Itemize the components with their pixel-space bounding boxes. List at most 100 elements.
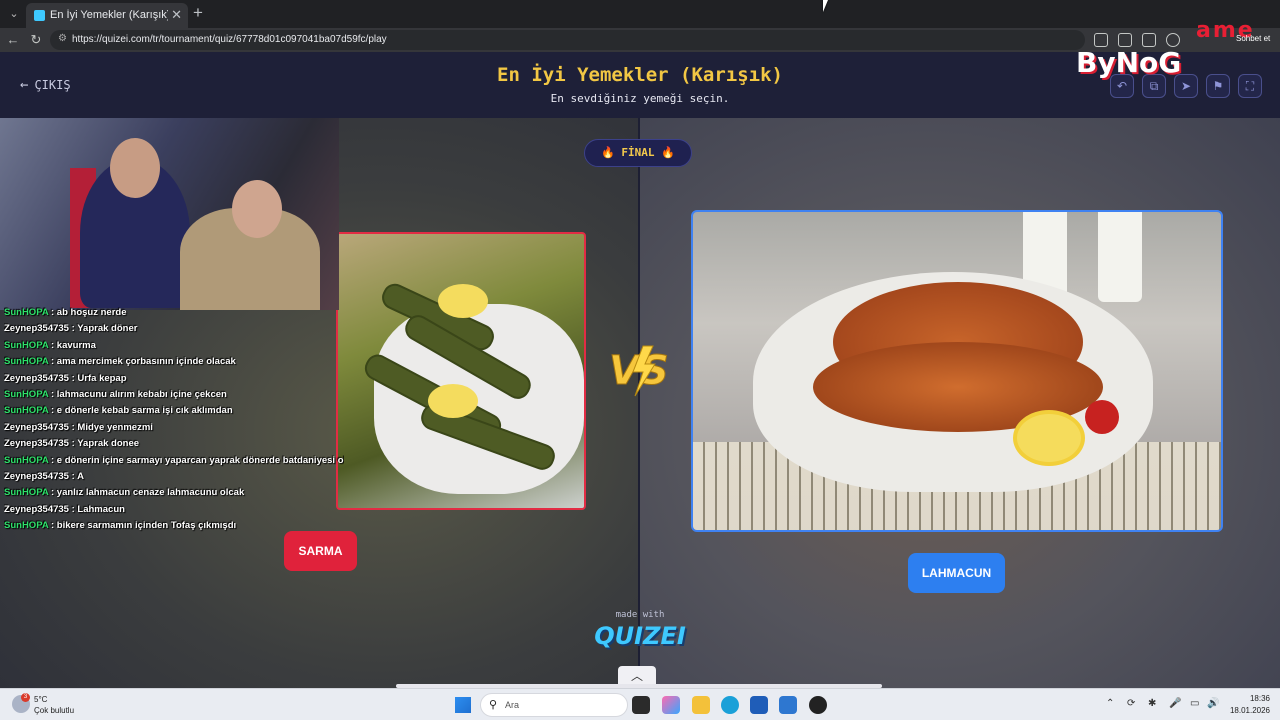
watermark-logo: ByNoG bbox=[1076, 46, 1182, 79]
made-with-label: made with bbox=[615, 610, 665, 620]
chat-username: SunHOPA bbox=[4, 388, 49, 400]
chat-text: Urfa kepap bbox=[77, 372, 127, 384]
center-divider bbox=[638, 118, 640, 688]
chat-username: Zeynep354735 bbox=[4, 421, 69, 433]
browser-tab[interactable]: En İyi Yemekler (Karışık) - Tier List ✕ bbox=[26, 3, 188, 28]
close-tab-icon[interactable]: ✕ bbox=[171, 7, 182, 23]
file-explorer-icon[interactable] bbox=[692, 696, 710, 714]
chat-message: SunHOPA : yanlız lahmacun cenaze lahmacu… bbox=[4, 487, 344, 503]
chat-text: Midye yenmezmi bbox=[77, 421, 153, 433]
sarma-image-card[interactable] bbox=[336, 232, 586, 510]
lemon-slice bbox=[438, 284, 488, 318]
clock-date[interactable]: 18.01.2026 bbox=[1220, 706, 1270, 715]
start-windows-icon[interactable] bbox=[455, 697, 471, 713]
chat-separator: : bbox=[48, 487, 57, 499]
chat-message: SunHOPA : ama mercimek çorbasının içinde… bbox=[4, 356, 344, 372]
chat-username: Zeynep354735 bbox=[4, 503, 69, 515]
chat-message: Zeynep354735 : Yaprak donee bbox=[4, 438, 344, 454]
tray-chevron-icon[interactable]: ⌃ bbox=[1106, 698, 1114, 709]
chat-separator: : bbox=[48, 356, 57, 368]
weather-description[interactable]: Çok bulutlu bbox=[34, 706, 74, 715]
edge-browser-icon[interactable] bbox=[721, 696, 739, 714]
search-placeholder: Ara bbox=[505, 700, 520, 710]
chat-separator: : bbox=[48, 454, 57, 466]
chat-separator: : bbox=[48, 388, 57, 400]
fullscreen-icon[interactable]: ⛶ bbox=[1238, 74, 1262, 98]
tab-title: En İyi Yemekler (Karışık) - Tier List bbox=[50, 9, 168, 21]
tray-bluetooth-icon[interactable]: ✱ bbox=[1148, 698, 1156, 709]
chat-username: SunHOPA bbox=[4, 405, 49, 417]
stream-chat: SunHOPA : ab hoşuz nerde Zeynep354735 : Y… bbox=[4, 307, 344, 536]
tray-sync-icon[interactable]: ⟳ bbox=[1127, 698, 1135, 709]
chat-text: Lahmacun bbox=[77, 503, 125, 515]
chat-username: SunHOPA bbox=[4, 307, 49, 318]
taskbar-search[interactable]: ⚲ Ara bbox=[480, 693, 628, 717]
clock-time[interactable]: 18:36 bbox=[1240, 694, 1270, 703]
chat-message: Zeynep354735 : Midye yenmezmi bbox=[4, 422, 344, 438]
chat-separator: : bbox=[68, 470, 78, 482]
back-arrow-icon[interactable]: ← bbox=[4, 31, 22, 49]
chat-text: Yaprak döner bbox=[77, 323, 138, 335]
quizei-logo[interactable]: QUIZEI bbox=[590, 622, 690, 650]
chat-separator: : bbox=[68, 323, 78, 335]
chat-message: SunHOPA : bikere sarmamın içinden Tofaş … bbox=[4, 520, 344, 536]
streamer-left-head bbox=[110, 138, 160, 198]
lemon-slice bbox=[1013, 410, 1085, 466]
chat-message: Zeynep354735 : Lahmacun bbox=[4, 504, 344, 520]
url-text[interactable]: https://quizei.com/tr/tournament/quiz/67… bbox=[72, 34, 387, 45]
chat-message: SunHOPA : kavurma bbox=[4, 340, 344, 356]
chat-username: Zeynep354735 bbox=[4, 372, 69, 384]
chat-text: Yaprak donee bbox=[77, 438, 140, 450]
choose-sarma-button[interactable]: SARMA bbox=[284, 531, 357, 571]
search-icon: ⚲ bbox=[489, 699, 498, 711]
windows-taskbar: 3 5°C Çok bulutlu ⚲ Ara ⌃ ⟳ ✱ 🎤 ▭ 🔊 18:3… bbox=[0, 688, 1280, 720]
weather-temperature[interactable]: 5°C bbox=[34, 695, 47, 704]
bynogame-watermark: ByNoG ame bbox=[1046, 18, 1253, 90]
copilot-icon[interactable] bbox=[662, 696, 680, 714]
tab-list-chevron-icon[interactable]: ⌄ bbox=[6, 6, 22, 22]
task-view-icon[interactable] bbox=[632, 696, 650, 714]
chat-username: Zeynep354735 bbox=[4, 470, 69, 482]
chat-message: SunHOPA : ab hoşuz nerde bbox=[4, 307, 344, 323]
chat-separator: : bbox=[68, 438, 78, 450]
chat-message: Zeynep354735 : A bbox=[4, 471, 344, 487]
outlook-icon[interactable] bbox=[779, 696, 797, 714]
chat-text: yanlız lahmacun cenaze lahmacunu olcak bbox=[56, 487, 245, 499]
tray-display-icon[interactable]: ▭ bbox=[1190, 698, 1199, 709]
chat-username: SunHOPA bbox=[4, 520, 49, 532]
vs-icon: VS bbox=[609, 345, 669, 397]
chat-username: SunHOPA bbox=[4, 454, 49, 466]
reload-icon[interactable]: ↻ bbox=[27, 31, 45, 49]
mouse-cursor-icon bbox=[823, 0, 833, 12]
chevron-up-icon[interactable]: ︿ bbox=[618, 666, 656, 686]
tray-mic-icon[interactable]: 🎤 bbox=[1169, 698, 1181, 709]
address-bar[interactable]: ⚙ https://quizei.com/tr/tournament/quiz/… bbox=[50, 30, 1085, 50]
chat-message: SunHOPA : lahmacunu alırım kebabı içine … bbox=[4, 389, 344, 405]
chat-message: SunHOPA : e dönerin içine sarmayı yaparc… bbox=[4, 455, 344, 471]
new-tab-button[interactable]: + bbox=[193, 4, 203, 22]
lahmacun-image-card[interactable] bbox=[691, 210, 1223, 532]
favicon-icon bbox=[34, 10, 45, 21]
lemon-slice bbox=[428, 384, 478, 418]
quiz-subtitle: En sevdiğiniz yemeği seçin. bbox=[550, 92, 730, 105]
choose-lahmacun-button[interactable]: LAHMACUN bbox=[908, 553, 1005, 593]
browser-tab-bar: ⌄ En İyi Yemekler (Karışık) - Tier List … bbox=[0, 0, 1280, 28]
chat-text: ab hoşuz nerde bbox=[56, 307, 127, 318]
sohbet-button[interactable]: Sohbet et bbox=[1236, 34, 1270, 43]
webcam-overlay bbox=[0, 118, 339, 310]
store-icon[interactable] bbox=[750, 696, 768, 714]
chat-message: Zeynep354735 : Yaprak döner bbox=[4, 323, 344, 339]
chat-separator: : bbox=[48, 307, 57, 318]
chat-username: SunHOPA bbox=[4, 487, 49, 499]
tray-volume-icon[interactable]: 🔊 bbox=[1207, 698, 1219, 709]
chat-username: SunHOPA bbox=[4, 339, 49, 351]
chat-text: A bbox=[77, 470, 84, 482]
chat-message: Zeynep354735 : Urfa kepap bbox=[4, 373, 344, 389]
ayran-glass bbox=[1098, 212, 1142, 302]
chat-separator: : bbox=[48, 405, 57, 417]
chat-username: Zeynep354735 bbox=[4, 323, 69, 335]
chat-text: ama mercimek çorbasının içinde olacak bbox=[56, 356, 236, 368]
site-info-icon[interactable]: ⚙ bbox=[58, 33, 67, 44]
chat-text: bikere sarmamın içinden Tofaş çıkmışdı bbox=[56, 520, 237, 532]
obs-icon[interactable] bbox=[809, 696, 827, 714]
